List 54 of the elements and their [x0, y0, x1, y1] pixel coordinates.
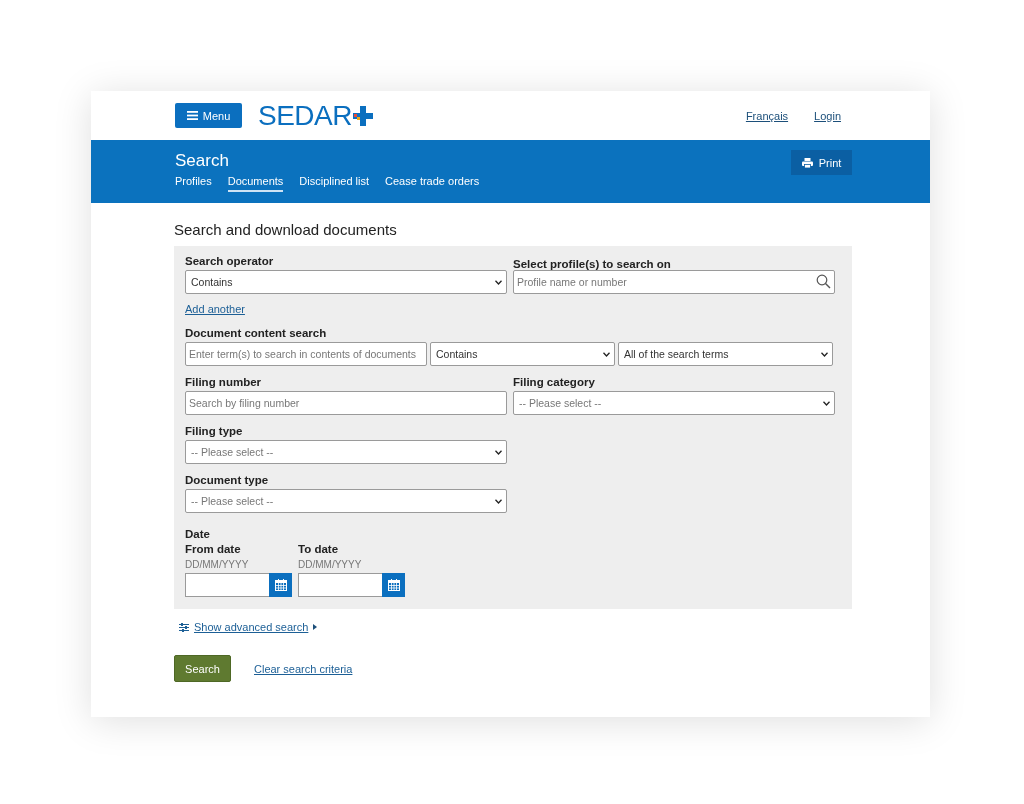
plus-logo-icon — [352, 105, 373, 126]
operator-select[interactable]: Contains — [430, 342, 615, 366]
operator-select[interactable]: Contains — [185, 270, 507, 294]
add-another-link[interactable]: Add another — [185, 303, 245, 315]
print-button[interactable]: Print — [791, 150, 852, 175]
field-label: Document type — [185, 474, 270, 486]
printer-icon — [801, 157, 813, 168]
field-label: Date — [185, 528, 211, 540]
nav-tab[interactable]: Cease trade orders — [385, 175, 480, 192]
field-label: Filing category — [513, 376, 596, 388]
menu-icon — [186, 111, 198, 120]
caret-icon — [495, 498, 502, 504]
clear-criteria-link[interactable]: Clear search criteria — [254, 662, 353, 675]
field-label: Select profile(s) to search on — [513, 258, 672, 270]
nav-tab[interactable]: Disciplined list — [299, 175, 370, 192]
calendar-button[interactable] — [382, 573, 405, 597]
terms-select[interactable]: All of the search terms — [618, 342, 833, 366]
header-link[interactable]: Français — [745, 109, 789, 122]
page-title: Search — [175, 151, 229, 171]
date-field[interactable] — [185, 573, 269, 597]
field-label: Filing type — [185, 425, 244, 437]
advanced-search-link[interactable]: Show advanced search — [194, 621, 309, 633]
caret-icon — [823, 400, 830, 406]
sliders-icon — [179, 622, 189, 632]
field-label: Filing number — [185, 376, 263, 388]
calendar-icon — [387, 579, 400, 591]
field-label: Document content search — [185, 327, 328, 339]
nav-tab[interactable]: Profiles — [175, 175, 212, 192]
field-label: From date — [185, 543, 242, 555]
date-field[interactable] — [298, 573, 382, 597]
date-format-hint: DD/MM/YYYY — [298, 559, 363, 570]
profile-search-field[interactable]: Profile name or number — [513, 270, 835, 294]
field-label: To date — [298, 543, 340, 555]
caret-icon — [495, 449, 502, 455]
triangle-right-icon — [313, 624, 318, 630]
search-button[interactable]: Search — [174, 655, 231, 682]
section-heading: Search and download documents — [174, 221, 398, 238]
caret-icon — [495, 279, 502, 285]
calendar-icon — [274, 579, 287, 591]
logo-text: SEDAR — [258, 101, 352, 130]
filing-type-select[interactable]: -- Please select -- — [185, 440, 507, 464]
calendar-button[interactable] — [269, 573, 292, 597]
caret-icon — [821, 351, 828, 357]
caret-icon — [603, 351, 610, 357]
content-search-field[interactable]: Enter term(s) to search in contents of documents — [185, 342, 427, 366]
category-select[interactable]: -- Please select -- — [513, 391, 835, 415]
search-icon — [816, 274, 831, 289]
date-format-hint: DD/MM/YYYY — [185, 559, 250, 570]
field-label: Search operator — [185, 255, 275, 267]
menu-button[interactable]: Menu — [175, 103, 242, 128]
nav-tab[interactable]: Documents — [227, 175, 284, 192]
document-type-select[interactable]: -- Please select -- — [185, 489, 507, 513]
header-link[interactable]: Login — [814, 109, 841, 122]
filing-number-field[interactable]: Search by filing number — [185, 391, 507, 415]
